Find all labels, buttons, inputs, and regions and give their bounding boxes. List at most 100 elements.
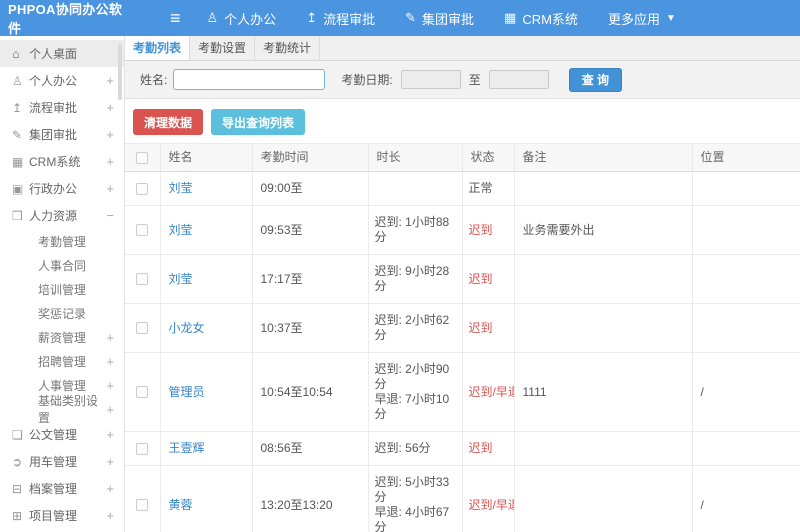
tab-bar: 考勤列表 考勤设置 考勤统计 [125, 36, 800, 61]
col-header-time: 考勤时间 [251, 143, 369, 172]
expand-icon[interactable]: + [106, 454, 114, 469]
row-checkbox[interactable] [136, 499, 149, 512]
employee-name-link[interactable]: 刘莹 [169, 272, 193, 286]
sidebar-item-admin-office[interactable]: ▣ 行政办公 + [0, 175, 124, 202]
sidebar-item-group-approval[interactable]: ✎ 集团审批 + [0, 121, 124, 148]
expand-icon[interactable]: + [106, 100, 114, 115]
row-checkbox[interactable] [136, 224, 149, 237]
row-checkbox[interactable] [136, 442, 149, 455]
row-checkbox[interactable] [136, 322, 149, 335]
remark-cell: 1111 [513, 352, 693, 432]
row-checkbox[interactable] [136, 182, 149, 195]
top-nav-item-workflow-approval[interactable]: ↥ 流程审批 [306, 9, 375, 28]
sidebar-item-label: 公文管理 [29, 428, 78, 442]
status-badge: 迟到 [468, 320, 493, 335]
top-nav-item-personal-office[interactable]: ♙ 个人办公 [207, 9, 277, 28]
tab-attendance-list[interactable]: 考勤列表 [125, 36, 190, 60]
expand-icon[interactable]: + [106, 427, 114, 442]
sidebar-item-label: 人事合同 [38, 258, 87, 273]
sidebar-item-personnel-contract[interactable]: 人事合同 [0, 253, 124, 277]
status-cell: 迟到 [461, 254, 515, 304]
date-to-input[interactable] [488, 70, 549, 89]
sidebar-scrollbar[interactable] [118, 44, 122, 100]
expand-icon[interactable]: + [106, 508, 114, 523]
duration-line: 迟到: 1小时88分 [374, 215, 450, 244]
menu-toggle-icon[interactable]: ≡ [170, 9, 181, 27]
sidebar-item-label: 人事管理 [38, 378, 87, 393]
sidebar-item-attendance-management[interactable]: 考勤管理 [0, 229, 124, 253]
sidebar-item-reward-punishment[interactable]: 奖惩记录 [0, 301, 124, 325]
top-nav-item-label: 个人办公 [224, 11, 277, 27]
collapse-icon[interactable]: − [106, 208, 114, 223]
checkbox-cell [125, 352, 161, 432]
expand-icon[interactable]: + [106, 154, 114, 169]
checkbox-cell [125, 303, 161, 353]
expand-icon[interactable]: + [106, 378, 114, 393]
row-checkbox[interactable] [136, 386, 149, 399]
sidebar-item-archive-management[interactable]: ⊟ 档案管理 + [0, 475, 124, 502]
expand-icon[interactable]: + [106, 402, 114, 417]
app-logo[interactable]: PHPOA协同办公软件 [0, 0, 125, 37]
expand-icon[interactable]: + [106, 354, 114, 369]
workflow-icon: ↥ [306, 10, 318, 26]
name-cell: 刘莹 [159, 254, 253, 304]
sidebar-item-human-resources[interactable]: ❒ 人力资源 − [0, 202, 124, 229]
sidebar-item-label: 人力资源 [29, 209, 78, 223]
location-cell [691, 254, 800, 304]
employee-name-link[interactable]: 刘莹 [169, 181, 193, 195]
bar-chart-icon: ▦ [12, 154, 24, 169]
date-from-input[interactable] [400, 70, 461, 89]
sidebar-item-project-management[interactable]: ⊞ 项目管理 + [0, 502, 124, 529]
name-cell: 管理员 [159, 352, 253, 432]
top-nav-item-group-approval[interactable]: ✎ 集团审批 [405, 9, 474, 28]
sidebar-item-vehicle-management[interactable]: ➲ 用车管理 + [0, 448, 124, 475]
col-header-location: 位置 [691, 143, 800, 172]
employee-name-link[interactable]: 黄蓉 [169, 498, 193, 512]
sidebar-item-salary-management[interactable]: 薪资管理 + [0, 325, 124, 349]
remark-cell [513, 431, 693, 466]
select-all-checkbox[interactable] [136, 151, 149, 164]
employee-name-link[interactable]: 刘莹 [169, 223, 193, 237]
sidebar-item-personal-office[interactable]: ♙ 个人办公 + [0, 67, 124, 94]
col-header-name: 姓名 [159, 143, 253, 172]
sidebar-item-crm-system[interactable]: ▦ CRM系统 + [0, 148, 124, 175]
top-nav-item-crm-system[interactable]: ▦ CRM系统 [504, 9, 578, 28]
duration-line: 早退: 7小时10分 [374, 392, 450, 421]
name-input[interactable] [173, 69, 326, 90]
sidebar-item-base-category-settings[interactable]: 基础类别设置 + [0, 394, 124, 425]
duration-cell: 迟到: 1小时88分 [367, 205, 463, 255]
expand-icon[interactable]: + [106, 181, 114, 196]
export-list-button[interactable]: 导出查询列表 [211, 109, 306, 135]
clean-data-button[interactable]: 清理数据 [133, 109, 204, 135]
expand-icon[interactable]: + [106, 73, 114, 88]
employee-name-link[interactable]: 管理员 [169, 385, 205, 399]
checkbox-cell [125, 171, 161, 206]
expand-icon[interactable]: + [106, 127, 114, 142]
tab-attendance-statistics[interactable]: 考勤统计 [255, 36, 320, 60]
employee-name-link[interactable]: 王壹辉 [169, 441, 205, 455]
name-cell: 刘莹 [159, 171, 253, 206]
status-cell: 正常 [461, 171, 515, 206]
sidebar-item-workflow-approval[interactable]: ↥ 流程审批 + [0, 94, 124, 121]
query-button[interactable]: 查 询 [568, 67, 623, 92]
status-badge: 正常 [468, 181, 493, 195]
expand-icon[interactable]: + [106, 330, 114, 345]
user-icon: ♙ [206, 10, 219, 26]
sidebar-item-personal-desktop[interactable]: ⌂ 个人桌面 [0, 40, 124, 67]
top-nav-menu: ♙ 个人办公 ↥ 流程审批 ✎ 集团审批 ▦ CRM系统 更多应用 ▼ [207, 9, 676, 28]
duration-cell: 迟到: 2小时62分 [367, 303, 463, 353]
expand-icon[interactable]: + [106, 481, 114, 496]
sidebar-item-training-management[interactable]: 培训管理 [0, 277, 124, 301]
workflow-icon: ↥ [12, 100, 23, 115]
employee-name-link[interactable]: 小龙女 [169, 321, 205, 335]
table-row: 小龙女 10:37至 迟到: 2小时62分 迟到 [125, 303, 800, 353]
sidebar-item-recruitment-management[interactable]: 招聘管理 + [0, 349, 124, 373]
table-row: 刘莹 17:17至 迟到: 9小时28分 迟到 [125, 254, 800, 304]
tab-attendance-settings[interactable]: 考勤设置 [190, 36, 255, 60]
status-cell: 迟到 [461, 205, 515, 255]
row-checkbox[interactable] [136, 273, 149, 286]
name-cell: 小龙女 [159, 303, 253, 353]
checkbox-cell [125, 431, 161, 466]
caret-down-icon: ▼ [665, 12, 676, 24]
top-nav-item-more-apps[interactable]: 更多应用 ▼ [608, 9, 676, 28]
